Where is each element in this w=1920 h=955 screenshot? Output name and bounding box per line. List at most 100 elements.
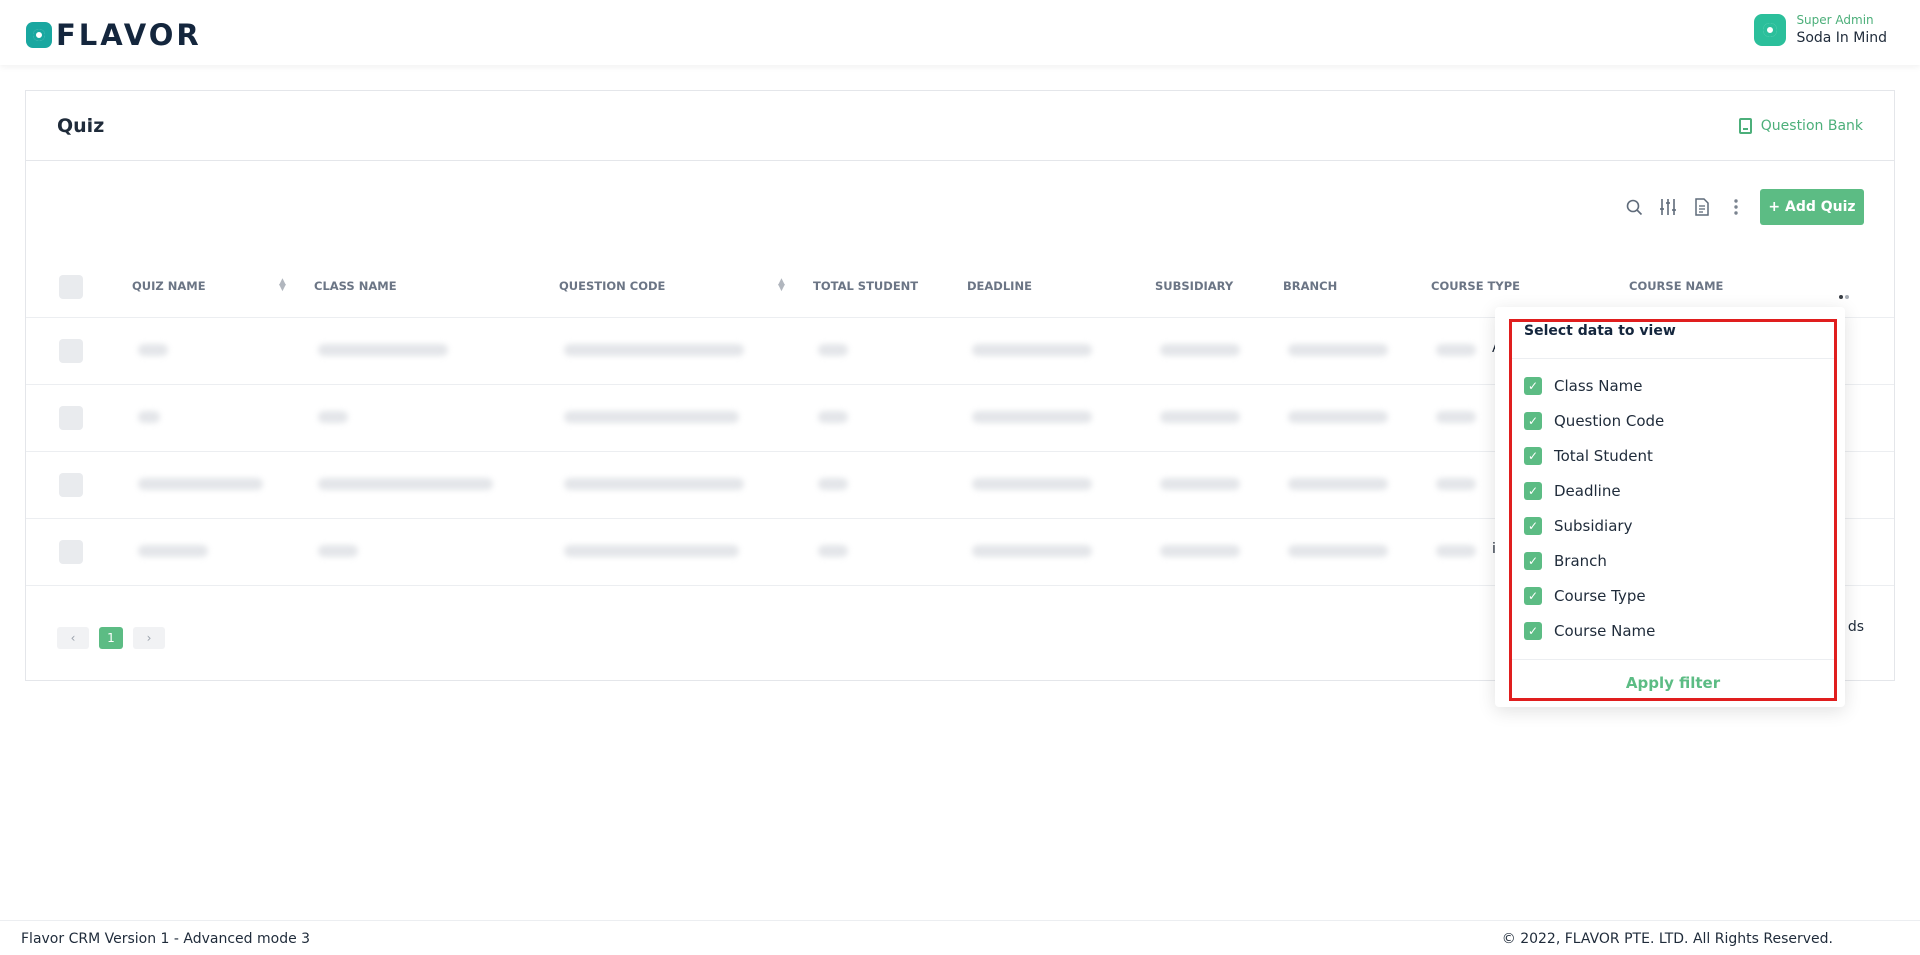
option-label: Deadline	[1554, 482, 1621, 500]
add-quiz-button[interactable]: + Add Quiz	[1760, 189, 1864, 225]
blurred-cell	[972, 411, 1092, 423]
option-label: Total Student	[1554, 447, 1653, 465]
column-branch[interactable]: BRANCH	[1283, 279, 1337, 293]
question-bank-label: Question Bank	[1760, 118, 1863, 134]
blurred-cell	[818, 478, 848, 490]
divider	[1509, 659, 1837, 660]
sort-icon[interactable]: ▲ ▼	[279, 278, 286, 293]
avatar	[1754, 13, 1787, 46]
blurred-cell	[1436, 545, 1476, 557]
checkbox-checked-icon[interactable]: ✓	[1524, 377, 1542, 395]
question-bank-link[interactable]: Question Bank	[1738, 118, 1863, 134]
blurred-cell	[318, 545, 358, 557]
column-settings-icon[interactable]	[1839, 284, 1851, 299]
option-deadline[interactable]: ✓ Deadline	[1524, 482, 1621, 500]
checkbox-checked-icon[interactable]: ✓	[1524, 517, 1542, 535]
checkbox-checked-icon[interactable]: ✓	[1524, 482, 1542, 500]
option-branch[interactable]: ✓ Branch	[1524, 552, 1607, 570]
blurred-cell	[1288, 344, 1388, 356]
blurred-cell	[318, 344, 448, 356]
book-icon	[1738, 118, 1752, 134]
top-bar: FLAVOR Super Admin Soda In Mind	[0, 0, 1920, 65]
column-subsidiary[interactable]: SUBSIDIARY	[1155, 279, 1233, 293]
blurred-cell	[972, 478, 1092, 490]
checkbox-checked-icon[interactable]: ✓	[1524, 587, 1542, 605]
select-all-checkbox[interactable]	[59, 275, 83, 299]
blurred-cell	[564, 411, 739, 423]
option-subsidiary[interactable]: ✓ Subsidiary	[1524, 517, 1632, 535]
column-course-name[interactable]: COURSE NAME	[1629, 279, 1723, 293]
row-checkbox[interactable]	[59, 473, 83, 497]
apply-filter-button[interactable]: Apply filter	[1509, 674, 1837, 692]
checkbox-checked-icon[interactable]: ✓	[1524, 552, 1542, 570]
checkbox-checked-icon[interactable]: ✓	[1524, 412, 1542, 430]
sort-icon[interactable]: ▲ ▼	[778, 278, 785, 293]
blurred-cell	[138, 545, 208, 557]
blurred-cell	[564, 545, 739, 557]
blurred-cell	[1160, 344, 1240, 356]
column-total-student[interactable]: TOTAL STUDENT	[813, 279, 918, 293]
row-checkbox[interactable]	[59, 339, 83, 363]
option-course-type[interactable]: ✓ Course Type	[1524, 587, 1646, 605]
row-checkbox[interactable]	[59, 540, 83, 564]
more-vertical-icon[interactable]	[1726, 197, 1746, 217]
blurred-cell	[564, 344, 744, 356]
column-filter-dropdown	[1495, 307, 1845, 707]
option-label: Class Name	[1554, 377, 1643, 395]
checkbox-checked-icon[interactable]: ✓	[1524, 622, 1542, 640]
blurred-cell	[318, 411, 348, 423]
column-quiz-name[interactable]: QUIZ NAME	[132, 279, 206, 293]
option-label: Branch	[1554, 552, 1607, 570]
search-icon[interactable]	[1624, 197, 1644, 217]
blurred-cell	[818, 411, 848, 423]
records-count-text: ds	[1847, 619, 1864, 635]
blurred-cell	[972, 545, 1092, 557]
user-name: Soda In Mind	[1796, 30, 1887, 46]
option-question-code[interactable]: ✓ Question Code	[1524, 412, 1664, 430]
blurred-cell	[1436, 344, 1476, 356]
blurred-cell	[1436, 478, 1476, 490]
blurred-cell	[1160, 478, 1240, 490]
page-1-button[interactable]: 1	[99, 627, 123, 649]
row-checkbox[interactable]	[59, 406, 83, 430]
dropdown-title: Select data to view	[1524, 323, 1676, 339]
page-title: Quiz	[57, 115, 105, 137]
logo-icon	[26, 22, 52, 48]
checkbox-checked-icon[interactable]: ✓	[1524, 447, 1542, 465]
divider	[1509, 358, 1837, 359]
card-header: Quiz Question Bank	[26, 91, 1894, 161]
blurred-cell	[1160, 545, 1240, 557]
blurred-cell	[818, 545, 848, 557]
pagination: ‹ 1 ›	[57, 627, 175, 649]
next-page-button[interactable]: ›	[133, 627, 165, 649]
blurred-cell	[138, 344, 168, 356]
option-class-name[interactable]: ✓ Class Name	[1524, 377, 1642, 395]
blurred-cell	[1436, 411, 1476, 423]
logo-text: FLAVOR	[56, 18, 202, 52]
export-document-icon[interactable]	[1692, 197, 1712, 217]
footer: Flavor CRM Version 1 - Advanced mode 3 ©…	[0, 920, 1920, 955]
table-toolbar: + Add Quiz	[1610, 189, 1864, 225]
option-label: Course Type	[1554, 587, 1646, 605]
option-label: Course Name	[1554, 622, 1656, 640]
user-menu[interactable]: Super Admin Soda In Mind	[1754, 13, 1887, 46]
filter-sliders-icon[interactable]	[1658, 197, 1678, 217]
column-class-name[interactable]: CLASS NAME	[314, 279, 397, 293]
blurred-cell	[1288, 545, 1388, 557]
table-header: QUIZ NAME ▲ ▼ CLASS NAME QUESTION CODE ▲ ▼…	[26, 267, 1894, 307]
flavor-logo[interactable]: FLAVOR	[26, 18, 202, 52]
prev-page-button[interactable]: ‹	[57, 627, 89, 649]
blurred-cell	[1160, 411, 1240, 423]
blurred-cell	[138, 478, 263, 490]
column-course-type[interactable]: COURSE TYPE	[1431, 279, 1520, 293]
blurred-cell	[972, 344, 1092, 356]
column-deadline[interactable]: DEADLINE	[967, 279, 1032, 293]
option-course-name[interactable]: ✓ Course Name	[1524, 622, 1655, 640]
blurred-cell	[1288, 478, 1388, 490]
blurred-cell	[138, 411, 160, 423]
option-total-student[interactable]: ✓ Total Student	[1524, 447, 1653, 465]
blurred-cell	[818, 344, 848, 356]
version-text: Flavor CRM Version 1 - Advanced mode 3	[21, 931, 311, 947]
column-question-code[interactable]: QUESTION CODE	[559, 279, 665, 293]
blurred-cell	[1288, 411, 1388, 423]
